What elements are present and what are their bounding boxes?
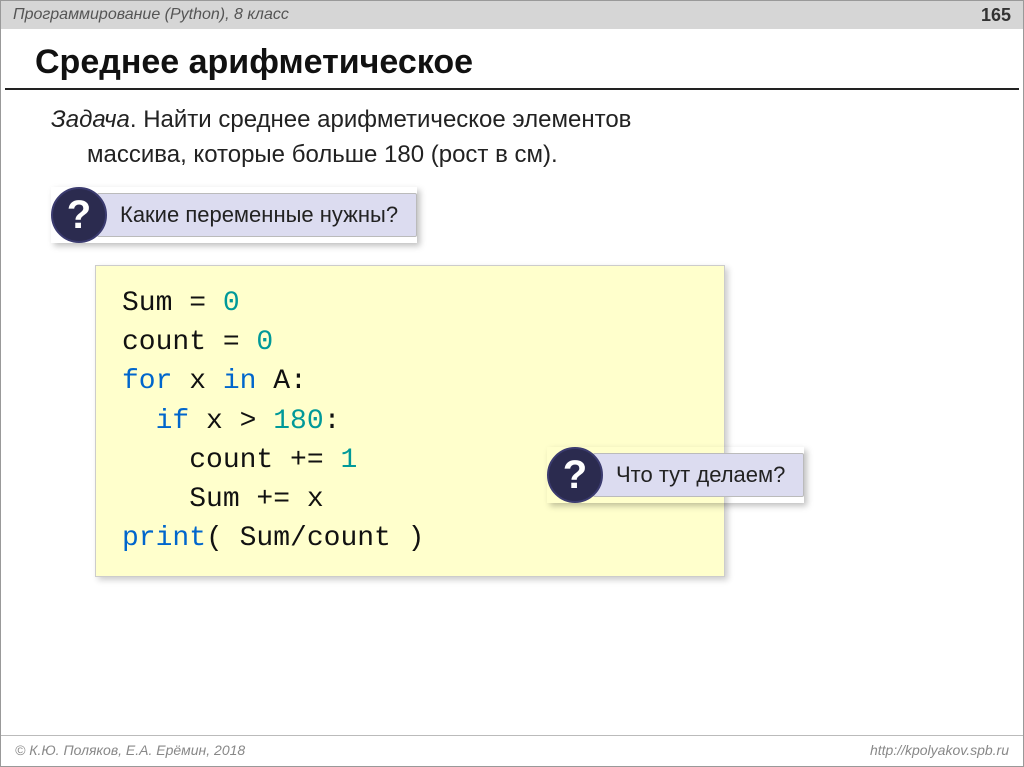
code-keyword: in [223,366,257,397]
code-number: 1 [340,445,357,476]
code-number: 0 [223,288,240,319]
course-label: Программирование (Python), 8 класс [13,6,289,24]
code-token: : [324,406,341,437]
code-token: Sum += x [122,484,324,515]
problem-text-line1: . Найти среднее арифметическое элементов [130,106,632,133]
code-number: 180 [273,406,323,437]
problem-label: Задача [51,106,130,133]
code-number: 0 [256,327,273,358]
page-title: Среднее арифметическое [5,29,1019,90]
footer: © К.Ю. Поляков, Е.А. Ерёмин, 2018 http:/… [1,735,1023,766]
copyright: © К.Ю. Поляков, Е.А. Ерёмин, 2018 [15,742,245,758]
question-mark-icon: ? [51,187,107,243]
code-keyword: for [122,366,172,397]
footer-url: http://kpolyakov.spb.ru [870,742,1009,758]
code-token: count += [122,445,340,476]
problem-statement: Задача. Найти среднее арифметическое эле… [1,90,1023,139]
callout-what-doing: ? Что тут делаем? [547,447,804,503]
code-block: Sum = 0 count = 0 for x in A: if x > 180… [95,265,725,577]
code-token: ( Sum/count ) [206,523,424,554]
callout-what-doing-label: Что тут делаем? [593,453,804,497]
callout-variables: ? Какие переменные нужны? [51,187,417,243]
slide: Программирование (Python), 8 класс 165 С… [0,0,1024,767]
header-bar: Программирование (Python), 8 класс 165 [1,1,1023,29]
page-number: 165 [981,5,1011,26]
code-token: A: [256,366,306,397]
code-token: Sum = [122,288,223,319]
callout-variables-label: Какие переменные нужны? [97,193,417,237]
code-token [122,406,156,437]
code-keyword: if [156,406,190,437]
question-mark-icon: ? [547,447,603,503]
code-token: x [172,366,222,397]
code-token: count = [122,327,256,358]
code-keyword: print [122,523,206,554]
code-token: x > [189,406,273,437]
problem-text-line2: массива, которые больше 180 (рост в см). [1,139,1023,170]
